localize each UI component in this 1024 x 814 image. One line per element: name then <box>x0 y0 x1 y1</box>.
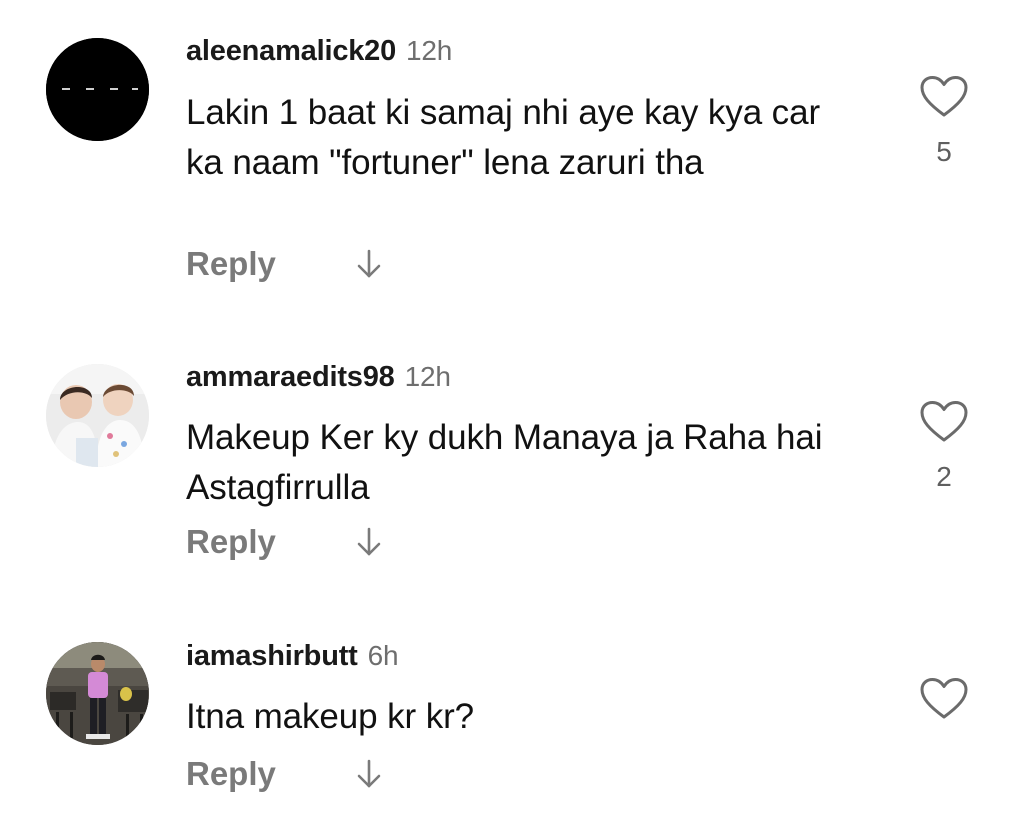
comment-actions: Reply <box>186 522 384 562</box>
comment-actions: Reply <box>186 244 384 284</box>
heart-outline-icon[interactable] <box>918 75 970 119</box>
comment-text: Itna makeup kr kr? <box>186 697 475 736</box>
avatar[interactable] <box>46 364 149 467</box>
arrow-down-icon[interactable] <box>354 247 384 281</box>
arrow-down-icon[interactable] <box>354 525 384 559</box>
comment-time: 12h <box>406 35 453 66</box>
avatar-image <box>46 38 149 141</box>
username[interactable]: aleenamalick20 <box>186 35 396 67</box>
avatar-image <box>46 642 149 745</box>
comment-header: iamashirbutt 6h <box>186 640 399 673</box>
arrow-down-icon[interactable] <box>354 757 384 791</box>
reply-button[interactable]: Reply <box>186 755 276 793</box>
username[interactable]: ammaraedits98 <box>186 361 395 393</box>
like-count: 2 <box>936 461 952 492</box>
avatar[interactable] <box>46 642 149 745</box>
heart-outline-icon[interactable] <box>918 677 970 721</box>
comment-time: 6h <box>367 640 399 671</box>
comment-text: Makeup Ker ky dukh Manaya ja Raha hai As… <box>186 418 823 507</box>
reply-button[interactable]: Reply <box>186 245 276 283</box>
comment-actions: Reply <box>186 754 384 794</box>
username[interactable]: iamashirbutt <box>186 640 358 672</box>
comment-time: 12h <box>404 361 451 392</box>
avatar-image <box>46 364 149 467</box>
comment-header: ammaraedits98 12h <box>186 361 451 394</box>
comment-header: aleenamalick20 12h <box>186 35 452 68</box>
heart-outline-icon[interactable] <box>918 400 970 444</box>
reply-button[interactable]: Reply <box>186 523 276 561</box>
like-count: 5 <box>936 136 952 167</box>
avatar[interactable] <box>46 38 149 141</box>
comment-text: Lakin 1 baat ki samaj nhi aye kay kya ca… <box>186 93 821 182</box>
